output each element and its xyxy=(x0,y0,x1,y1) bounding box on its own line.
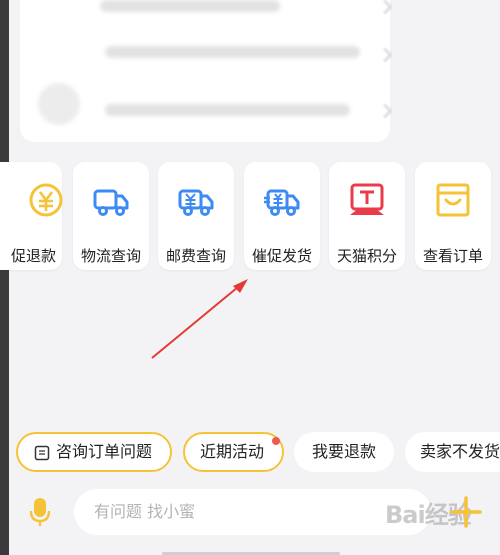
order-box-icon xyxy=(436,183,470,217)
input-placeholder: 有问题 找小蜜 xyxy=(94,502,196,521)
blurred-text-line xyxy=(105,46,360,58)
chip-label: 咨询订单问题 xyxy=(56,442,153,461)
left-edge-bar xyxy=(0,0,9,555)
service-label: 查看订单 xyxy=(422,247,483,265)
avatar xyxy=(38,83,80,125)
service-card-postage[interactable]: 邮费查询 xyxy=(158,162,234,270)
chevron-right-icon xyxy=(377,0,393,15)
blurred-message-card xyxy=(20,0,393,142)
chip-label: 我要退款 xyxy=(311,442,376,461)
chip-request-refund[interactable]: 我要退款 xyxy=(294,432,394,472)
chip-recent-activity[interactable]: 近期活动 xyxy=(183,432,284,472)
blurred-text-line xyxy=(105,104,350,116)
chip-consult-order[interactable]: 咨询订单问题 xyxy=(16,432,172,472)
microphone-icon[interactable] xyxy=(29,497,51,527)
message-input[interactable]: 有问题 找小蜜 xyxy=(74,489,431,535)
service-label: 天猫积分 xyxy=(336,247,397,265)
urge-shipping-truck-icon xyxy=(264,189,300,216)
chip-label: 卖家不发货 xyxy=(420,442,500,461)
chip-label: 近期活动 xyxy=(200,442,265,461)
chevron-right-icon xyxy=(377,103,393,119)
service-label: 邮费查询 xyxy=(165,247,226,265)
service-card-tmall-points[interactable]: 天猫积分 xyxy=(329,162,405,270)
chevron-right-icon xyxy=(377,47,393,63)
chip-seller-not-shipping[interactable]: 卖家不发货 xyxy=(405,432,500,472)
truck-icon xyxy=(93,189,129,216)
service-card-view-orders[interactable]: 查看订单 xyxy=(415,162,491,270)
refund-yen-icon xyxy=(29,183,63,217)
notification-dot xyxy=(272,437,280,445)
tmall-points-icon xyxy=(350,183,384,215)
postage-truck-icon xyxy=(178,189,214,216)
service-label: 促退款 xyxy=(10,247,56,265)
receipt-icon xyxy=(34,445,50,460)
service-label: 物流查询 xyxy=(80,247,141,265)
service-label: 催促发货 xyxy=(251,247,312,265)
service-card-logistics[interactable]: 物流查询 xyxy=(73,162,149,270)
blurred-text-line xyxy=(100,0,280,12)
service-shortcuts: 促退款 物流查询 邮费查询 催促发货 天猫积分 查看订单 xyxy=(0,162,500,272)
service-card-refund[interactable]: 促退款 xyxy=(0,162,63,270)
plus-icon[interactable] xyxy=(442,489,490,535)
service-card-urge-shipping[interactable]: 催促发货 xyxy=(244,162,320,270)
